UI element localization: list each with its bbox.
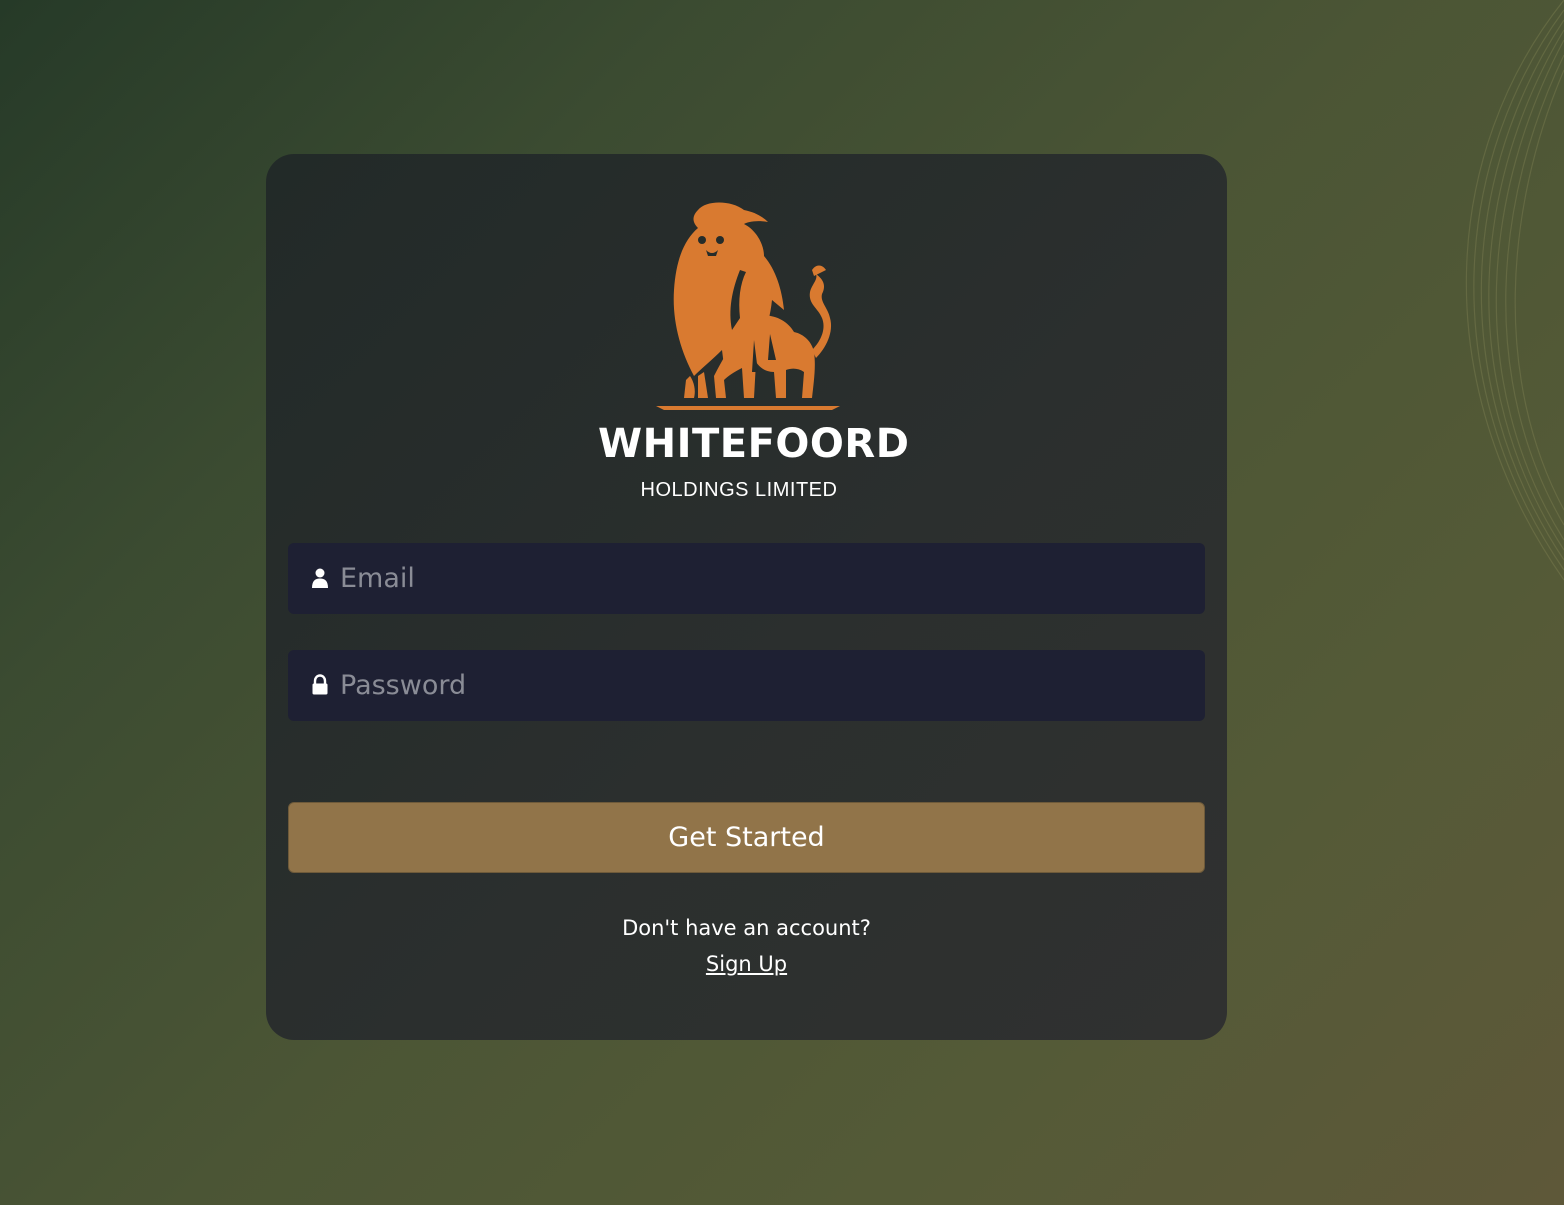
lion-logo-icon [656, 202, 840, 410]
brand-logo: WHITEFOORD HOLDINGS LIMITED [598, 200, 910, 560]
login-card: WHITEFOORD HOLDINGS LIMITED Get Started … [266, 154, 1227, 1040]
password-input[interactable] [340, 650, 1190, 721]
signup-prompt: Don't have an account? [622, 916, 871, 940]
brand-title: WHITEFOORD [598, 421, 910, 467]
signup-link-container: Sign Up [266, 950, 1227, 978]
brand-subtitle: HOLDINGS LIMITED [640, 479, 838, 501]
sign-up-link[interactable]: Sign Up [706, 952, 787, 976]
get-started-button[interactable]: Get Started [288, 802, 1205, 873]
background-wave-lines [1465, 0, 1564, 581]
lock-icon [312, 674, 328, 695]
password-field[interactable] [288, 650, 1205, 721]
email-input[interactable] [340, 543, 1190, 614]
user-icon [312, 568, 328, 588]
email-field[interactable] [288, 543, 1205, 614]
